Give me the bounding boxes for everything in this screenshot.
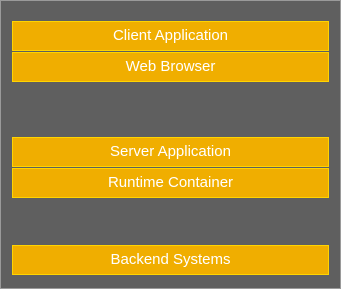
server-application-box: Server Application — [12, 137, 329, 167]
runtime-container-box: Runtime Container — [12, 168, 329, 198]
client-application-box: Client Application — [12, 21, 329, 51]
web-browser-box: Web Browser — [12, 52, 329, 82]
backend-systems-box: Backend Systems — [12, 245, 329, 275]
diagram-canvas: Client Application Web Browser Server Ap… — [0, 0, 341, 289]
